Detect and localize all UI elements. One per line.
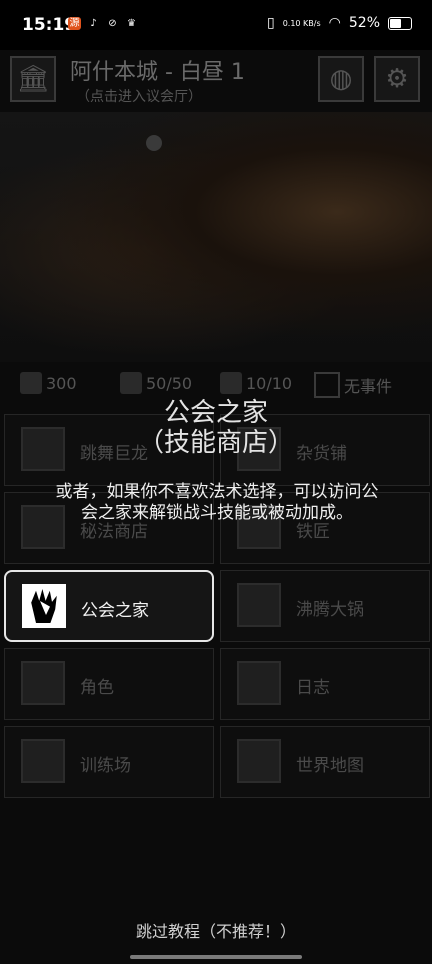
vibrate-icon: ▯ [266,15,275,31]
menu-label: 沸腾大锅 [296,600,364,620]
menu-guild-house[interactable]: 公会之家 [4,570,214,642]
menu-journal[interactable]: 日志 [220,648,430,720]
status-bar: 15:19 源 ♪ ⊘ ♛ ▯ 0.10 KB/s ◠ 52% [0,0,432,50]
status-right: ▯ 0.10 KB/s ◠ 52% [267,15,412,31]
town-header: 🏛 阿什本城 - 白昼 1 （点击进入议会厅） ◍ ⚙ [0,50,432,110]
coins-icon [20,372,42,394]
battery-text: 52% [348,15,380,31]
gold-value: 300 [46,373,77,393]
apple-icon [120,372,142,394]
notification-icons: 源 ♪ ⊘ ♛ [68,17,138,30]
gauntlet-icon [22,584,66,628]
menu-label: 日志 [296,678,330,698]
app-notification-icon: 源 [68,17,81,30]
event-value: 无事件 [344,377,393,396]
gesture-bar[interactable] [130,955,302,959]
menu-label: 训练场 [80,756,131,776]
map-icon [237,739,281,783]
moon [146,135,162,151]
menu-boiling-cauldron[interactable]: 沸腾大锅 [220,570,430,642]
tutorial-title: 公会之家 （技能商店） [0,398,432,458]
event-box-icon [314,372,340,398]
town-scene-image [0,112,432,362]
brain-icon [220,372,242,394]
town-hall-icon[interactable]: 🏛 [10,56,56,102]
brain-stat: 10/10 [220,372,292,394]
tutorial-body: 或者，如果你不喜欢法术选择，可以访问公会之家来解锁战斗技能或被动加成。 [55,482,379,523]
net-speed: 0.10 KB/s [282,18,321,28]
brain-value: 10/10 [246,373,293,393]
menu-label: 世界地图 [296,756,364,776]
gear-icon[interactable]: ⚙ [374,56,420,102]
gold-stat: 300 [20,372,77,394]
cauldron-icon [237,583,281,627]
menu-label: 公会之家 [81,601,149,621]
food-stat: 50/50 [120,372,192,394]
menu-label: 角色 [80,678,114,698]
menu-world-map[interactable]: 世界地图 [220,726,430,798]
event-stat: 无事件 [314,372,392,398]
crown-icon: ♛ [127,18,136,29]
app-notification-icon: ⊘ [108,18,117,29]
wifi-icon: ◠ [328,15,341,31]
swords-icon [21,739,65,783]
food-value: 50/50 [146,373,193,393]
battery-icon [388,16,412,30]
tutorial-title-line2: （技能商店） [137,428,294,458]
tiktok-icon: ♪ [90,18,97,29]
scroll-icon [237,661,281,705]
page-subtitle[interactable]: （点击进入议会厅） [76,86,202,106]
menu-training-ground[interactable]: 训练场 [4,726,214,798]
orb-icon[interactable]: ◍ [318,56,364,102]
page-title[interactable]: 阿什本城 - 白昼 1 [70,54,245,86]
menu-character[interactable]: 角色 [4,648,214,720]
skip-tutorial-button[interactable]: 跳过教程（不推荐！） [0,918,432,942]
tutorial-title-line1: 公会之家 [163,398,268,428]
helmet-icon [21,661,65,705]
